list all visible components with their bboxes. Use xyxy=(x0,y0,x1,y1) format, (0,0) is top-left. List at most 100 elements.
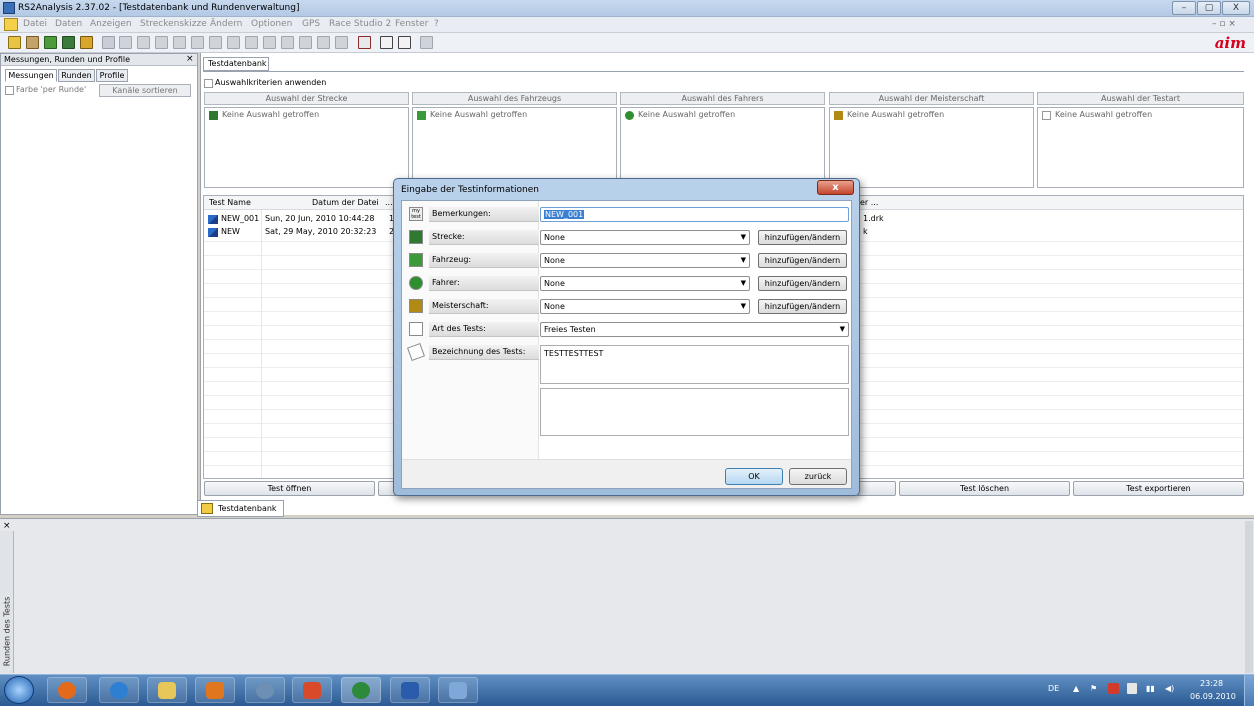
remarks-input[interactable]: NEW_001 xyxy=(540,207,849,222)
menu-race-studio[interactable]: Race Studio 2 xyxy=(329,19,391,29)
taskbar-paint[interactable] xyxy=(438,677,478,703)
track-select[interactable]: None ▼ xyxy=(540,230,750,245)
sort-channels-button[interactable]: Kanäle sortieren xyxy=(99,84,191,97)
taskbar-ie[interactable] xyxy=(99,677,139,703)
taskbar-media[interactable] xyxy=(195,677,235,703)
tab-runden[interactable]: Runden xyxy=(58,69,95,82)
clock-date[interactable]: 06.09.2010 xyxy=(1190,692,1236,701)
open-test-button[interactable]: Test öffnen xyxy=(204,481,375,496)
histogram-icon[interactable] xyxy=(173,36,186,49)
show-desktop-button[interactable] xyxy=(1244,675,1254,706)
hidden-button-2[interactable] xyxy=(856,481,896,496)
championship-select[interactable]: None ▼ xyxy=(540,299,750,314)
taskbar-rs2[interactable] xyxy=(341,677,381,703)
color-per-lap-checkbox[interactable] xyxy=(5,86,14,95)
menu-daten[interactable]: Daten xyxy=(55,19,82,29)
table-icon[interactable] xyxy=(191,36,204,49)
vehicle-select[interactable]: None ▼ xyxy=(540,253,750,268)
taskbar-app[interactable] xyxy=(245,677,285,703)
vehicle-filter-header[interactable]: Auswahl des Fahrzeugs xyxy=(412,92,617,105)
lower-panel-close-icon[interactable]: × xyxy=(3,521,11,531)
track-filter-list[interactable]: Keine Auswahl getroffen xyxy=(204,107,409,188)
split-icon[interactable] xyxy=(358,36,371,49)
dialog-close-button[interactable]: x xyxy=(817,180,854,195)
driver-add-button[interactable]: hinzufügen/ändern xyxy=(758,276,847,291)
vehicle-add-button[interactable]: hinzufügen/ändern xyxy=(758,253,847,268)
curve-icon[interactable] xyxy=(299,36,312,49)
eraser-icon[interactable] xyxy=(317,36,330,49)
chart-icon[interactable] xyxy=(119,36,132,49)
col-date[interactable]: Datum der Datei xyxy=(312,196,379,210)
profile-icon[interactable] xyxy=(80,36,93,49)
gps-icon[interactable] xyxy=(420,36,433,49)
description-input[interactable]: TESTTESTTEST xyxy=(540,345,849,384)
ok-button[interactable]: OK xyxy=(725,468,783,485)
mdi-window-controls[interactable]: – ▫ × xyxy=(1212,19,1236,29)
volume-icon[interactable]: ◀) xyxy=(1165,684,1174,693)
taskbar-explorer[interactable] xyxy=(147,677,187,703)
col-test-name[interactable]: Test Name xyxy=(209,196,251,210)
track-add-button[interactable]: hinzufügen/ändern xyxy=(758,230,847,245)
testtype-select[interactable]: Freies Testen ▼ xyxy=(540,322,849,337)
start-button[interactable] xyxy=(4,676,34,704)
xy-icon[interactable] xyxy=(155,36,168,49)
track-filter-header[interactable]: Auswahl der Strecke xyxy=(204,92,409,105)
back-button[interactable]: zurück xyxy=(789,468,847,485)
tray-arrow-icon[interactable]: ▲ xyxy=(1073,684,1079,693)
export-test-button[interactable]: Test exportieren xyxy=(1073,481,1244,496)
network-icon[interactable]: ▮▮ xyxy=(1146,684,1155,693)
antivirus-icon[interactable] xyxy=(1108,683,1119,694)
menu-anzeigen[interactable]: Anzeigen xyxy=(90,19,132,29)
menu-aendern[interactable]: Ändern xyxy=(210,19,242,29)
testtype-filter-list[interactable]: Keine Auswahl getroffen xyxy=(1037,107,1244,188)
track-icon[interactable] xyxy=(281,36,294,49)
menu-gps[interactable]: GPS xyxy=(302,19,320,29)
driver-select[interactable]: None ▼ xyxy=(540,276,750,291)
clock-time[interactable]: 23:28 xyxy=(1200,679,1223,688)
language-indicator[interactable]: DE xyxy=(1048,684,1059,693)
import-icon[interactable] xyxy=(62,36,75,49)
left-panel-close-icon[interactable]: × xyxy=(186,54,194,64)
edit-icon[interactable] xyxy=(102,36,115,49)
testtype-filter-header[interactable]: Auswahl der Testart xyxy=(1037,92,1244,105)
lap-icon[interactable] xyxy=(398,36,411,49)
report-icon[interactable] xyxy=(209,36,222,49)
tab-profile[interactable]: Profile xyxy=(96,69,128,82)
championship-add-button[interactable]: hinzufügen/ändern xyxy=(758,299,847,314)
menu-optionen[interactable]: Optionen xyxy=(251,19,292,29)
tab-testdatenbank[interactable]: Testdatenbank xyxy=(203,57,269,71)
scrollbar[interactable] xyxy=(1245,521,1253,673)
menu-fenster[interactable]: Fenster xyxy=(395,19,428,29)
bar-icon[interactable] xyxy=(227,36,240,49)
col-more[interactable]: ... xyxy=(385,196,393,210)
menu-datei[interactable]: Datei xyxy=(23,19,47,29)
open-db-icon[interactable] xyxy=(8,36,21,49)
criteria-checkbox[interactable] xyxy=(204,79,213,88)
device-icon[interactable] xyxy=(1127,683,1137,694)
map-icon[interactable] xyxy=(335,36,348,49)
championship-filter-header[interactable]: Auswahl der Meisterschaft xyxy=(829,92,1034,105)
col-file[interactable]: er ... xyxy=(860,196,878,210)
minimize-button[interactable]: – xyxy=(1172,1,1196,15)
vehicle-filter-list[interactable]: Keine Auswahl getroffen xyxy=(412,107,617,188)
folder-icon[interactable] xyxy=(26,36,39,49)
download-icon[interactable] xyxy=(44,36,57,49)
pencil-icon[interactable] xyxy=(263,36,276,49)
tab-messungen[interactable]: Messungen xyxy=(5,69,57,82)
notes-textarea[interactable] xyxy=(540,388,849,436)
close-button[interactable]: X xyxy=(1222,1,1250,15)
menu-streckenskizze[interactable]: Streckenskizze xyxy=(140,19,207,29)
taskbar-word[interactable] xyxy=(390,677,430,703)
grid-icon[interactable] xyxy=(137,36,150,49)
clock-icon[interactable] xyxy=(380,36,393,49)
bottom-tab-testdatenbank[interactable]: Testdatenbank xyxy=(197,500,284,517)
taskbar-aim[interactable] xyxy=(292,677,332,703)
driver-filter-header[interactable]: Auswahl des Fahrers xyxy=(620,92,825,105)
delete-test-button[interactable]: Test löschen xyxy=(899,481,1070,496)
championship-filter-list[interactable]: Keine Auswahl getroffen xyxy=(829,107,1034,188)
menu-help[interactable]: ? xyxy=(434,19,439,29)
flag-icon[interactable]: ⚑ xyxy=(1090,684,1097,693)
gauge-icon[interactable] xyxy=(245,36,258,49)
driver-filter-list[interactable]: Keine Auswahl getroffen xyxy=(620,107,825,188)
taskbar-firefox[interactable] xyxy=(47,677,87,703)
